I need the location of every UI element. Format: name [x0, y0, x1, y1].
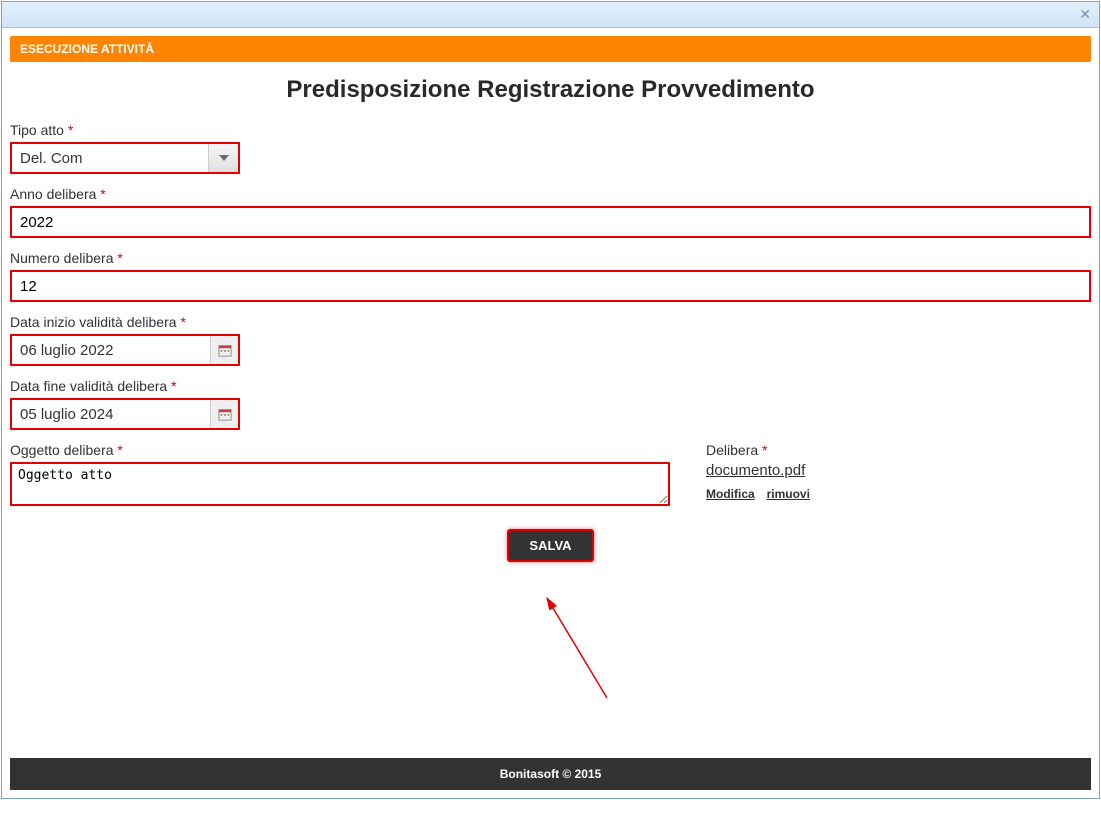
- dialog-window: ✕ ESECUZIONE ATTIVITÀ Predisposizione Re…: [1, 1, 1100, 799]
- tipo-atto-select[interactable]: Del. Com: [10, 142, 240, 174]
- row-oggetto-delibera: Oggetto delibera * Delibera * documento.…: [10, 442, 1091, 509]
- calendar-icon[interactable]: [210, 336, 238, 364]
- tipo-atto-value: Del. Com: [12, 144, 208, 172]
- label-data-inizio: Data inizio validità delibera *: [10, 314, 1091, 330]
- footer: Bonitasoft © 2015: [10, 758, 1091, 790]
- annotation-arrow: [512, 588, 632, 708]
- dialog-content: ESECUZIONE ATTIVITÀ Predisposizione Regi…: [2, 28, 1099, 798]
- label-oggetto: Oggetto delibera *: [10, 442, 670, 458]
- label-numero-delibera: Numero delibera *: [10, 250, 1091, 266]
- close-icon[interactable]: ✕: [1079, 6, 1091, 23]
- field-data-inizio: Data inizio validità delibera * 06 lugli…: [10, 314, 1091, 366]
- field-anno-delibera: Anno delibera *: [10, 186, 1091, 238]
- calendar-icon[interactable]: [210, 400, 238, 428]
- section-header: ESECUZIONE ATTIVITÀ: [10, 36, 1091, 62]
- data-inizio-value: 06 luglio 2022: [12, 336, 210, 364]
- label-anno-delibera: Anno delibera *: [10, 186, 1091, 202]
- delibera-file-link[interactable]: documento.pdf: [706, 462, 805, 479]
- data-inizio-input[interactable]: 06 luglio 2022: [10, 334, 240, 366]
- chevron-down-icon[interactable]: [208, 144, 238, 172]
- delibera-file-actions: Modifica rimuovi: [706, 485, 1091, 501]
- label-delibera: Delibera *: [706, 442, 1091, 458]
- field-data-fine: Data fine validità delibera * 05 luglio …: [10, 378, 1091, 430]
- field-numero-delibera: Numero delibera *: [10, 250, 1091, 302]
- oggetto-textarea[interactable]: [10, 462, 670, 506]
- anno-delibera-input[interactable]: [10, 206, 1091, 238]
- save-row: SALVA: [10, 529, 1091, 562]
- field-oggetto: Oggetto delibera *: [10, 442, 670, 509]
- dialog-titlebar: ✕: [2, 2, 1099, 28]
- label-tipo-atto: Tipo atto *: [10, 122, 1091, 138]
- data-fine-value: 05 luglio 2024: [12, 400, 210, 428]
- numero-delibera-input[interactable]: [10, 270, 1091, 302]
- remove-link[interactable]: rimuovi: [767, 487, 810, 501]
- modify-link[interactable]: Modifica: [706, 487, 755, 501]
- field-tipo-atto: Tipo atto * Del. Com: [10, 122, 1091, 174]
- save-button[interactable]: SALVA: [507, 529, 593, 562]
- field-delibera-file: Delibera * documento.pdf Modifica rimuov…: [706, 442, 1091, 501]
- data-fine-input[interactable]: 05 luglio 2024: [10, 398, 240, 430]
- page-title: Predisposizione Registrazione Provvedime…: [10, 76, 1091, 104]
- label-data-fine: Data fine validità delibera *: [10, 378, 1091, 394]
